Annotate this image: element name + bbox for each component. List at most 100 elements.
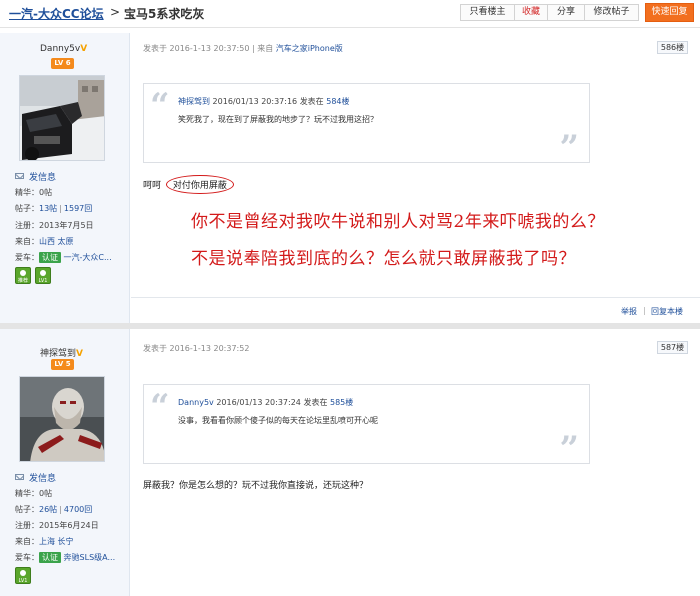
source-label: 来自 <box>257 44 274 53</box>
source-link[interactable]: 汽车之家iPhone版 <box>276 44 343 53</box>
location: 来自：上海 长宁 <box>15 536 74 547</box>
quote-floor-link[interactable]: 585楼 <box>330 398 353 407</box>
car-label: 爱车： <box>15 553 39 562</box>
essence-count: 精华：0帖 <box>15 187 52 198</box>
circled-text: 对付你用屏蔽 <box>165 175 234 194</box>
registered-label: 注册： <box>15 221 39 230</box>
replies-link[interactable]: 1597回 <box>64 204 92 213</box>
quote-author-link[interactable]: 神探驾到 <box>178 97 210 106</box>
avatar[interactable] <box>19 75 105 161</box>
thread-title: 宝马5系求吃灰 <box>124 7 205 21</box>
quote-author-link[interactable]: Danny5v <box>178 398 214 407</box>
quote-posted-in: 发表在 <box>299 97 324 106</box>
level-badge: LV 5 <box>51 359 74 370</box>
envelope-icon <box>15 474 24 480</box>
quote-text: 笑死我了，现在到了屏蔽我的地步了？玩不过我用这招？ <box>178 115 378 124</box>
essence-count: 精华：0帖 <box>15 488 52 499</box>
annotation-line-2: 不是说奉陪我到底的么？怎么就只敢屏蔽我了吗？ <box>191 249 576 269</box>
author-name[interactable]: Danny5vV <box>40 44 87 54</box>
posts-label: 帖子： <box>15 204 39 213</box>
post-time: 发表于 2016-1-13 20:37:52 <box>143 344 250 353</box>
quote-close-icon: ” <box>559 429 579 469</box>
quote-floor-link[interactable]: 584楼 <box>326 97 349 106</box>
post-meta: 发表于 2016-1-13 20:37:50 | 来自 汽车之家iPhone版 <box>143 43 343 54</box>
location-link[interactable]: 山西 太原 <box>39 237 74 246</box>
car-label: 爱车： <box>15 253 39 262</box>
essence-label: 精华： <box>15 188 39 197</box>
stat-separator: | <box>59 505 62 514</box>
essence-value: 0帖 <box>39 188 53 197</box>
thread-header: 一汽-大众CC论坛 > 宝马5系求吃灰 只看楼主 收藏 分享 修改帖子 快速回复 <box>0 0 700 28</box>
send-message-label[interactable]: 发信息 <box>29 173 56 183</box>
post-time: 发表于 2016-1-13 20:37:50 <box>143 44 250 53</box>
quote-header: 神探驾到 2016/01/13 20:37:16 发表在 584楼 <box>178 96 350 107</box>
post-content: 呵呵 对付你用屏蔽 <box>143 175 234 194</box>
send-message-link[interactable]: 发信息 <box>15 471 56 484</box>
post-content: 屏蔽我？你是怎么想的？玩不过我你直接说，还玩这种？ <box>143 481 369 491</box>
posts-count: 帖子：13帖 | 1597回 <box>15 203 92 214</box>
report-link[interactable]: 举报 <box>621 306 637 317</box>
only-op-button[interactable]: 只看楼主 <box>460 4 515 21</box>
author-name-text[interactable]: Danny5v <box>40 44 80 54</box>
registered-value: 2015年6月24日 <box>39 521 99 530</box>
location-label: 来自： <box>15 237 39 246</box>
posts-link[interactable]: 26帖 <box>39 505 57 514</box>
medal-lv1[interactable]: LV1 <box>15 567 31 584</box>
location: 来自：山西 太原 <box>15 236 74 247</box>
registered-date: 注册：2015年6月24日 <box>15 520 99 531</box>
avatar[interactable] <box>19 376 105 462</box>
quote-header: Danny5v 2016/01/13 20:37:24 发表在 585楼 <box>178 397 353 408</box>
annotation-line-1: 你不是曾经对我吹牛说和别人对骂2年来吓唬我的么？ <box>191 212 605 232</box>
posts-count: 帖子：26帖 | 4700回 <box>15 504 92 515</box>
car-info: 爱车： 认证 奔驰SLS级A... <box>15 552 115 563</box>
quote-block: “ 神探驾到 2016/01/13 20:37:16 发表在 584楼 笑死我了… <box>143 83 590 168</box>
floor-number[interactable]: 586楼 <box>657 41 688 54</box>
quote-open-icon: “ <box>150 387 170 427</box>
certified-badge: 认证 <box>39 552 61 563</box>
favorite-button[interactable]: 收藏 <box>514 4 548 21</box>
quote-posted-in: 发表在 <box>303 398 328 407</box>
medal-recommend[interactable]: 推荐 <box>15 267 31 284</box>
send-message-label[interactable]: 发信息 <box>29 474 56 484</box>
meta-divider: | <box>251 44 255 53</box>
avatar-image <box>20 377 104 461</box>
quote-date: 2016/01/13 20:37:16 <box>212 97 298 106</box>
registered-value: 2013年7月5日 <box>39 221 94 230</box>
essence-label: 精华： <box>15 489 39 498</box>
author-name-text[interactable]: 神探驾到 <box>40 349 76 359</box>
posts-label: 帖子： <box>15 505 39 514</box>
quote-close-icon: ” <box>559 128 579 168</box>
essence-value: 0帖 <box>39 489 53 498</box>
footer-divider: | <box>643 306 646 315</box>
location-link[interactable]: 上海 长宁 <box>39 537 74 546</box>
envelope-icon <box>15 173 24 179</box>
quick-reply-button[interactable]: 快速回复 <box>645 3 694 22</box>
post-footer-divider <box>131 297 700 298</box>
certified-badge: 认证 <box>39 252 61 263</box>
send-message-link[interactable]: 发信息 <box>15 170 56 183</box>
avatar-image <box>20 76 104 160</box>
posts-link[interactable]: 13帖 <box>39 204 57 213</box>
verified-icon: V <box>80 44 88 54</box>
floor-number[interactable]: 587楼 <box>657 341 688 354</box>
car-link[interactable]: 奔驰SLS级A... <box>64 553 116 562</box>
breadcrumb-forum-link[interactable]: 一汽-大众CC论坛 <box>9 5 104 22</box>
quote-date: 2016/01/13 20:37:24 <box>216 398 301 407</box>
quote-block: “ Danny5v 2016/01/13 20:37:24 发表在 585楼 没… <box>143 384 590 469</box>
verified-icon: V <box>76 349 83 359</box>
registered-date: 注册：2013年7月5日 <box>15 220 94 231</box>
reply-prefix: 呵呵 <box>143 181 162 191</box>
edit-post-button[interactable]: 修改帖子 <box>584 4 639 21</box>
location-label: 来自： <box>15 537 39 546</box>
author-name[interactable]: 神探驾到V <box>40 346 83 359</box>
level-badge: LV 6 <box>51 58 74 69</box>
replies-link[interactable]: 4700回 <box>64 505 92 514</box>
car-info: 爱车： 认证 一汽-大众C... <box>15 252 112 263</box>
reply-floor-link[interactable]: 回复本楼 <box>651 306 683 317</box>
share-button[interactable]: 分享 <box>547 4 585 21</box>
medal-lv1[interactable]: LV1 <box>35 267 51 284</box>
breadcrumb-separator: > <box>110 5 121 19</box>
quote-open-icon: “ <box>150 86 170 126</box>
post-meta: 发表于 2016-1-13 20:37:52 <box>143 343 249 354</box>
car-link[interactable]: 一汽-大众C... <box>64 253 112 262</box>
